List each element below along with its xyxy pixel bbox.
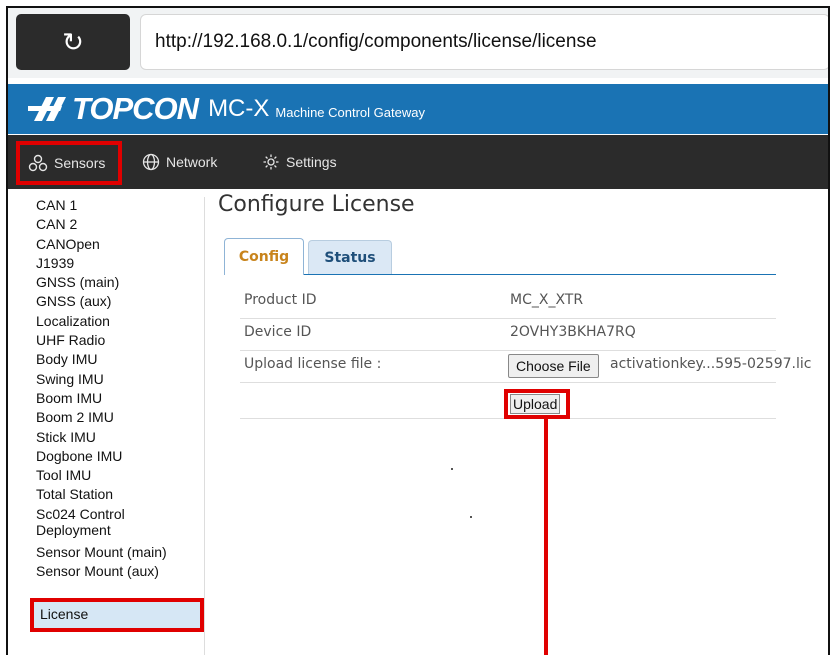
sidebar-item-swing-imu[interactable]: Swing IMU [32, 371, 204, 390]
sidebar-item-sensor-mount-aux[interactable]: Sensor Mount (aux) [32, 563, 204, 582]
url-text: http://192.168.0.1/config/components/lic… [155, 31, 597, 52]
device-id-row: Device ID 2OVHY3BKHA7RQ [240, 318, 776, 351]
upload-highlight: Upload [504, 389, 570, 419]
callout-line [544, 418, 548, 655]
sidebar-item-license[interactable]: License [30, 598, 204, 632]
selected-file-name: activationkey...595-02597.lic [610, 356, 812, 372]
product-id-row: Product ID MC_X_XTR [240, 286, 776, 319]
sidebar-item-gnss-aux[interactable]: GNSS (aux) [32, 293, 204, 312]
sidebar-item-boom-imu[interactable]: Boom IMU [32, 390, 204, 409]
sidebar-item-gnss-main[interactable]: GNSS (main) [32, 274, 204, 293]
nav-sensors-label: Sensors [54, 155, 106, 171]
top-nav: Sensors Network Settings [8, 135, 828, 189]
upload-button[interactable]: Upload [510, 394, 561, 414]
nav-network[interactable]: Network [142, 144, 217, 180]
product-subtitle: Machine Control Gateway [275, 105, 425, 120]
nav-settings-label: Settings [286, 154, 337, 170]
sidebar-item-can2[interactable]: CAN 2 [32, 216, 204, 235]
reload-button[interactable]: ↻ [16, 14, 130, 70]
brand-name: TOPCON [72, 91, 199, 126]
sidebar-item-sc024-control-deployment[interactable]: Sc024 Control Deployment [32, 506, 156, 544]
sidebar-item-canopen[interactable]: CANOpen [32, 236, 204, 255]
tab-status[interactable]: Status [308, 240, 392, 274]
nav-settings[interactable]: Settings [262, 144, 337, 180]
gear-icon [263, 154, 279, 170]
sidebar-item-j1939[interactable]: J1939 [32, 255, 204, 274]
reload-icon: ↻ [62, 26, 84, 57]
product-id-label: Product ID [244, 292, 317, 308]
sidebar-item-sensor-mount-main[interactable]: Sensor Mount (main) [32, 544, 204, 563]
upload-license-row: Upload license file : Choose File activa… [240, 350, 811, 383]
nav-network-label: Network [166, 154, 218, 170]
browser-window: ↻ http://192.168.0.1/config/components/l… [6, 6, 830, 655]
sidebar-item-dogbone-imu[interactable]: Dogbone IMU [32, 448, 204, 467]
topcon-logo-icon [28, 97, 66, 121]
sidebar-divider [204, 197, 205, 655]
sidebar-item-can1[interactable]: CAN 1 [32, 197, 204, 216]
sidebar-item-localization[interactable]: Localization [32, 313, 204, 332]
product-id-value: MC_X_XTR [510, 292, 584, 308]
nav-sensors[interactable]: Sensors [16, 141, 122, 185]
tab-config[interactable]: Config [224, 238, 304, 275]
address-bar[interactable]: http://192.168.0.1/config/components/lic… [140, 14, 828, 70]
sidebar-item-total-station[interactable]: Total Station [32, 486, 204, 505]
stray-dot [451, 468, 453, 470]
sidebar-item-body-imu[interactable]: Body IMU [32, 351, 204, 370]
sidebar-item-uhf-radio[interactable]: UHF Radio [32, 332, 204, 351]
device-id-label: Device ID [244, 324, 312, 340]
page-title: Configure License [218, 192, 415, 217]
brand-header: TOPCON MC-X Machine Control Gateway [8, 84, 828, 134]
browser-toolbar: ↻ http://192.168.0.1/config/components/l… [8, 8, 828, 78]
product-name: MC-X [208, 95, 270, 122]
sensor-sidebar: CAN 1 CAN 2 CANOpen J1939 GNSS (main) GN… [32, 197, 204, 582]
sidebar-item-tool-imu[interactable]: Tool IMU [32, 467, 204, 486]
choose-file-button[interactable]: Choose File [508, 354, 599, 378]
sidebar-item-stick-imu[interactable]: Stick IMU [32, 429, 204, 448]
globe-icon [142, 153, 160, 171]
tab-bar: Config Status [224, 238, 776, 275]
sidebar-item-boom2-imu[interactable]: Boom 2 IMU [32, 409, 204, 428]
upload-license-label: Upload license file : [244, 356, 382, 372]
sensors-icon [28, 154, 48, 172]
device-id-value: 2OVHY3BKHA7RQ [510, 324, 636, 340]
stray-dot [470, 516, 472, 518]
